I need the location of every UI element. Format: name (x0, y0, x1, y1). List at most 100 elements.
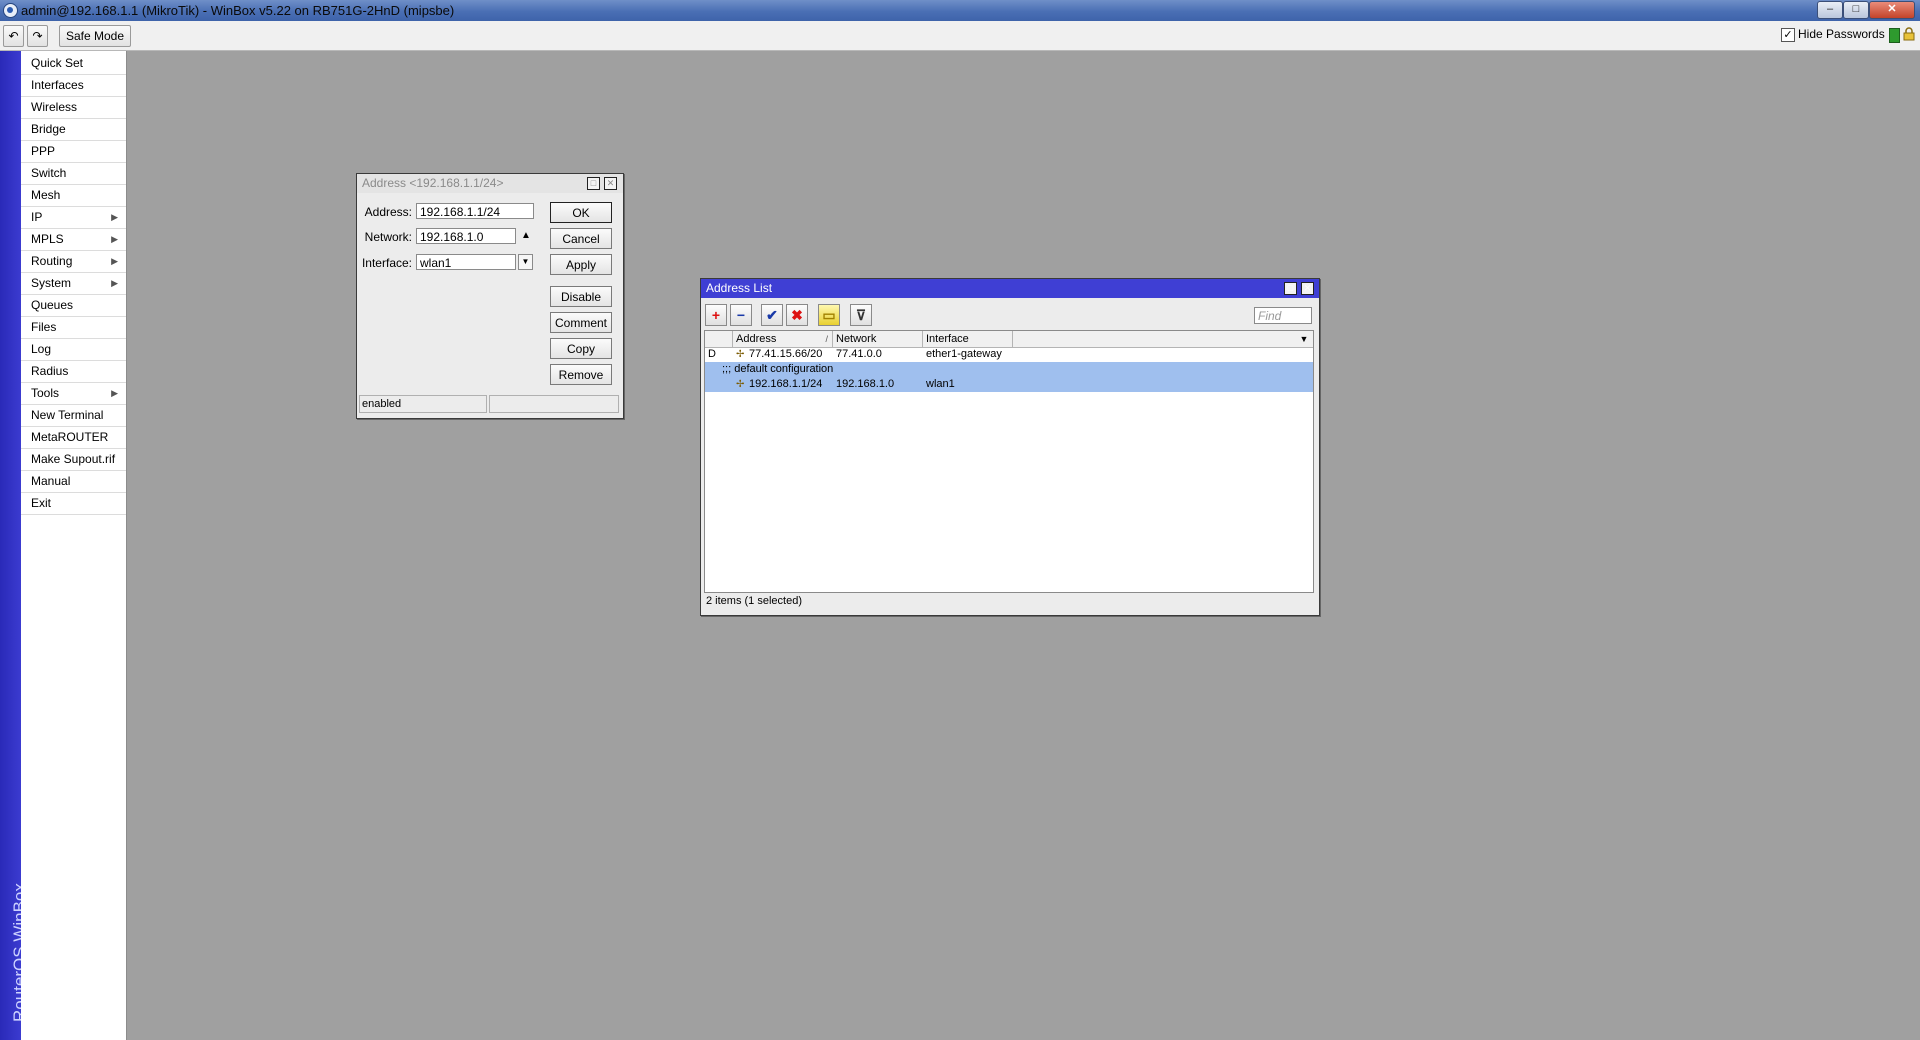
disable-button[interactable]: ✖ (786, 304, 808, 326)
remove-button[interactable]: Remove (550, 364, 612, 385)
ok-button[interactable]: OK (550, 202, 612, 223)
column-header-interface[interactable]: Interface (923, 331, 1013, 347)
sidebar-item-label: Routing (31, 254, 73, 268)
sidebar-item-ppp[interactable]: PPP (21, 141, 126, 163)
sidebar-item-label: MetaROUTER (31, 430, 109, 444)
sidebar-item-routing[interactable]: Routing ▶ (21, 251, 126, 273)
sidebar-item-radius[interactable]: Radius (21, 361, 126, 383)
column-header-flags[interactable] (705, 331, 733, 347)
sidebar-item-label: Switch (31, 166, 67, 180)
sidebar-item-bridge[interactable]: Bridge (21, 119, 126, 141)
close-window-button[interactable]: ✕ (1869, 1, 1915, 19)
undo-icon: ↶ (8, 29, 19, 43)
sidebar-item-label: Interfaces (31, 78, 84, 92)
add-button[interactable]: + (705, 304, 727, 326)
filter-button[interactable]: ⊽ (850, 304, 872, 326)
sidebar-item-label: Quick Set (31, 56, 84, 70)
column-header-address-label: Address (736, 333, 777, 345)
address-label: Address: (364, 205, 412, 219)
enable-button[interactable]: ✔ (761, 304, 783, 326)
comment-icon: ▭ (822, 307, 836, 323)
row-network: 77.41.0.0 (836, 348, 882, 360)
sidebar-item-files[interactable]: Files (21, 317, 126, 339)
sidebar-item-label: Wireless (31, 100, 78, 114)
column-menu-dropdown-icon[interactable]: ▼ (1297, 332, 1311, 346)
winbox-app-icon (3, 3, 18, 18)
sidebar-item-label: Radius (31, 364, 69, 378)
sidebar-menu: Quick Set Interfaces Wireless Bridge PPP… (21, 51, 127, 1040)
sidebar-item-switch[interactable]: Switch (21, 163, 126, 185)
column-header-address[interactable]: Address / (733, 331, 833, 347)
apply-button[interactable]: Apply (550, 254, 612, 275)
sidebar-item-exit[interactable]: Exit (21, 493, 126, 515)
status-field-secondary (489, 395, 619, 413)
address-dialog-title-bar[interactable]: Address <192.168.1.1/24> □ ✕ (357, 174, 623, 193)
filter-icon: ⊽ (855, 307, 867, 323)
table-row-selected[interactable]: ✢ 192.168.1.1/24 192.168.1.0 wlan1 (705, 377, 1313, 392)
disable-button[interactable]: Disable (550, 286, 612, 307)
interface-label: Interface: (361, 256, 412, 270)
row-address-text: 192.168.1.1/24 (749, 378, 823, 390)
row-comment: ;;; default configuration (722, 363, 834, 375)
sidebar-item-ip[interactable]: IP ▶ (21, 207, 126, 229)
redo-button[interactable]: ↷ (27, 25, 48, 47)
sidebar-item-mesh[interactable]: Mesh (21, 185, 126, 207)
address-field[interactable]: 192.168.1.1/24 (416, 203, 534, 219)
table-header: Address / Network Interface ▼ (705, 331, 1313, 348)
sidebar-item-label: Make Supout.rif (31, 452, 116, 466)
interface-select[interactable]: wlan1 (416, 254, 516, 270)
submenu-arrow-icon: ▶ (111, 234, 118, 244)
minimize-button[interactable]: – (1817, 1, 1843, 19)
sidebar-item-system[interactable]: System ▶ (21, 273, 126, 295)
sidebar-item-label: System (31, 276, 72, 290)
sidebar-item-quick-set[interactable]: Quick Set (21, 53, 126, 75)
lock-icon (1903, 27, 1915, 41)
sidebar-item-interfaces[interactable]: Interfaces (21, 75, 126, 97)
close-button[interactable]: ✕ (1301, 282, 1314, 295)
restore-button[interactable]: □ (1284, 282, 1297, 295)
network-toggle-icon[interactable]: ▲ (519, 229, 533, 243)
find-input[interactable]: Find (1254, 307, 1312, 324)
safe-mode-button[interactable]: Safe Mode (59, 25, 131, 47)
network-label: Network: (364, 230, 412, 244)
comment-button[interactable]: ▭ (818, 304, 840, 326)
list-status: 2 items (1 selected) (706, 595, 802, 607)
comment-button[interactable]: Comment (550, 312, 612, 333)
sidebar-item-label: Files (31, 320, 57, 334)
remove-button[interactable]: − (730, 304, 752, 326)
cancel-button[interactable]: Cancel (550, 228, 612, 249)
maximize-button[interactable]: □ (1843, 1, 1869, 19)
submenu-arrow-icon: ▶ (111, 278, 118, 288)
sidebar-item-manual[interactable]: Manual (21, 471, 126, 493)
sidebar-item-label: Exit (31, 496, 52, 510)
sidebar-item-label: Tools (31, 386, 60, 400)
close-button[interactable]: ✕ (604, 177, 617, 190)
sidebar-item-mpls[interactable]: MPLS ▶ (21, 229, 126, 251)
sidebar-item-queues[interactable]: Queues (21, 295, 126, 317)
sidebar-item-label: Manual (31, 474, 71, 488)
sidebar-item-make-supout[interactable]: Make Supout.rif (21, 449, 126, 471)
sidebar-item-label: Bridge (31, 122, 66, 136)
row-interface: wlan1 (926, 378, 955, 390)
sidebar-item-metarouter[interactable]: MetaROUTER (21, 427, 126, 449)
interface-dropdown-icon[interactable]: ▼ (518, 254, 533, 270)
row-address: ✢ 77.41.15.66/20 (733, 347, 833, 362)
hide-passwords-checkbox[interactable]: ✓ (1781, 28, 1795, 42)
hide-passwords-label: Hide Passwords (1798, 27, 1885, 41)
column-header-network[interactable]: Network (833, 331, 923, 347)
table-row[interactable]: D ✢ 77.41.15.66/20 77.41.0.0 ether1-gatew… (705, 347, 1313, 362)
sidebar-item-tools[interactable]: Tools ▶ (21, 383, 126, 405)
restore-button[interactable]: □ (587, 177, 600, 190)
address-list-title-bar[interactable]: Address List □ ✕ (701, 279, 1319, 298)
sidebar-item-label: New Terminal (31, 408, 104, 422)
row-network: 192.168.1.0 (836, 378, 895, 390)
network-field[interactable]: 192.168.1.0 (416, 228, 516, 244)
table-comment-row[interactable]: ;;; default configuration (705, 362, 1313, 377)
sidebar-item-log[interactable]: Log (21, 339, 126, 361)
copy-button[interactable]: Copy (550, 338, 612, 359)
main-toolbar: ↶ ↷ Safe Mode ✓ Hide Passwords (0, 21, 1920, 51)
row-address: ✢ 192.168.1.1/24 (733, 377, 833, 392)
undo-button[interactable]: ↶ (3, 25, 24, 47)
sidebar-item-new-terminal[interactable]: New Terminal (21, 405, 126, 427)
sidebar-item-wireless[interactable]: Wireless (21, 97, 126, 119)
